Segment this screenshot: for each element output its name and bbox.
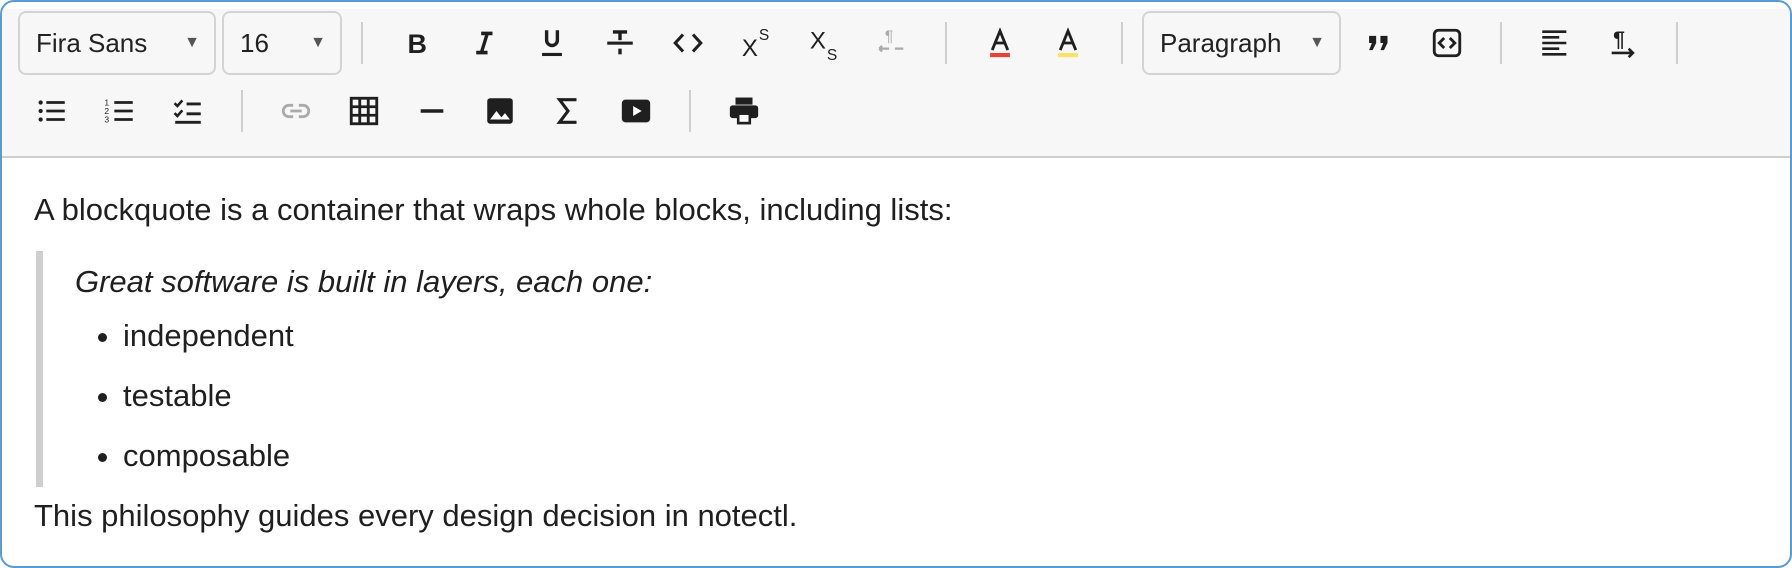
bold-icon: B xyxy=(408,29,427,59)
svg-text:B: B xyxy=(408,29,427,59)
superscript-button[interactable]: XS xyxy=(722,11,790,75)
print-icon xyxy=(729,97,759,125)
block-type-value: Paragraph xyxy=(1160,27,1282,58)
toolbar-separator xyxy=(241,90,243,132)
code-icon xyxy=(673,33,703,53)
link-button[interactable] xyxy=(262,79,330,143)
align-left-icon xyxy=(1542,30,1567,56)
chevron-down-icon: ▼ xyxy=(1309,34,1325,51)
font-family-select[interactable]: Fira Sans ▼ xyxy=(18,11,216,75)
toolbar-separator xyxy=(1500,22,1502,64)
svg-text:¶: ¶ xyxy=(885,29,893,46)
insert-video-button[interactable] xyxy=(602,79,670,143)
toolbar-row-1: Fira Sans ▼ 16 ▼ B X S X S ¶ Paragraph ▼… xyxy=(18,9,1774,77)
underline-button[interactable] xyxy=(518,11,586,75)
subscript-icon: XS xyxy=(810,28,837,60)
link-icon xyxy=(281,103,311,119)
numbered-list-button[interactable]: 123 xyxy=(86,79,154,143)
strikethrough-button[interactable] xyxy=(586,11,654,75)
svg-text:S: S xyxy=(759,27,769,44)
bold-button[interactable]: B xyxy=(382,11,450,75)
superscript-icon: XS xyxy=(742,27,769,60)
list-item: independent xyxy=(123,315,1758,357)
text-direction-icon: ¶ xyxy=(1611,27,1635,59)
table-button[interactable] xyxy=(330,79,398,143)
toolbar: Fira Sans ▼ 16 ▼ B X S X S ¶ Paragraph ▼… xyxy=(2,9,1790,158)
print-button[interactable] xyxy=(710,79,778,143)
horizontal-rule-icon xyxy=(420,109,444,113)
blockquote: Great software is built in layers, each … xyxy=(36,251,1758,487)
math-button[interactable] xyxy=(534,79,602,143)
text-color-button[interactable] xyxy=(966,11,1034,75)
italic-icon xyxy=(476,31,493,55)
list-item: testable xyxy=(123,375,1758,417)
highlight-color-button[interactable] xyxy=(1034,11,1102,75)
font-size-value: 16 xyxy=(240,27,269,58)
italic-button[interactable] xyxy=(450,11,518,75)
clear-formatting-icon: ¶ xyxy=(878,29,904,53)
editor-content[interactable]: A blockquote is a container that wraps w… xyxy=(2,158,1790,537)
horizontal-rule-button[interactable] xyxy=(398,79,466,143)
image-icon xyxy=(487,98,513,124)
svg-text:¶: ¶ xyxy=(1613,27,1625,51)
toolbar-separator xyxy=(689,90,691,132)
highlight-color-icon xyxy=(1058,27,1078,58)
chevron-down-icon: ▼ xyxy=(310,34,326,51)
underline-icon xyxy=(542,30,562,57)
inline-code-button[interactable] xyxy=(654,11,722,75)
toolbar-separator xyxy=(1676,22,1678,64)
clear-formatting-button[interactable]: ¶ xyxy=(858,11,926,75)
rich-text-editor: Fira Sans ▼ 16 ▼ B X S X S ¶ Paragraph ▼… xyxy=(0,0,1792,568)
align-left-button[interactable] xyxy=(1521,11,1589,75)
svg-text:3: 3 xyxy=(104,114,109,124)
font-size-select[interactable]: 16 ▼ xyxy=(222,11,342,75)
checklist-icon xyxy=(173,99,201,124)
svg-text:X: X xyxy=(742,35,758,60)
insert-image-button[interactable] xyxy=(466,79,534,143)
bullet-list-icon xyxy=(38,100,65,122)
blockquote-button[interactable] xyxy=(1345,11,1413,75)
blockquote-icon xyxy=(1369,35,1388,51)
chevron-down-icon: ▼ xyxy=(184,34,200,51)
video-icon xyxy=(621,99,651,123)
font-family-value: Fira Sans xyxy=(36,27,148,58)
text-color-icon xyxy=(990,27,1010,58)
math-icon xyxy=(556,98,577,124)
toolbar-separator xyxy=(1121,22,1123,64)
numbered-list-icon: 123 xyxy=(104,97,133,124)
checklist-button[interactable] xyxy=(154,79,222,143)
block-type-select[interactable]: Paragraph ▼ xyxy=(1142,11,1341,75)
toolbar-separator xyxy=(361,22,363,64)
bullet-list-button[interactable] xyxy=(18,79,86,143)
subscript-button[interactable]: XS xyxy=(790,11,858,75)
list-item: composable xyxy=(123,435,1758,477)
code-block-icon xyxy=(1432,28,1462,58)
bullet-list: independent testable composable xyxy=(75,315,1758,477)
outro-paragraph: This philosophy guides every design deci… xyxy=(34,498,798,533)
toolbar-separator xyxy=(945,22,947,64)
blockquote-lead: Great software is built in layers, each … xyxy=(75,264,653,299)
toolbar-row-2: 123 xyxy=(18,77,1774,145)
intro-paragraph: A blockquote is a container that wraps w… xyxy=(34,192,953,227)
svg-text:S: S xyxy=(827,47,837,60)
table-icon xyxy=(349,96,379,126)
svg-text:X: X xyxy=(810,28,826,55)
strikethrough-icon xyxy=(607,30,633,55)
code-block-button[interactable] xyxy=(1413,11,1481,75)
text-direction-button[interactable]: ¶ xyxy=(1589,11,1657,75)
